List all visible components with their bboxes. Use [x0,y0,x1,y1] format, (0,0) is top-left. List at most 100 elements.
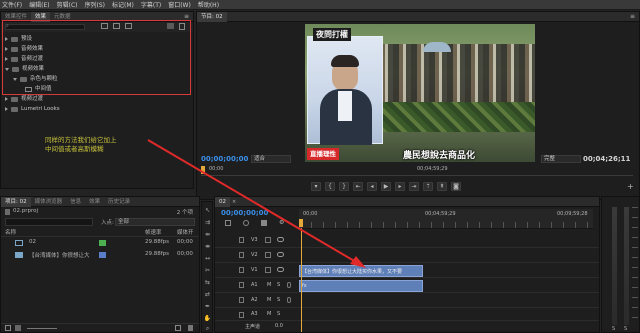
timeline-ruler[interactable]: 00;00 00;04;59;29 00;09;59;28 [299,209,593,229]
play-icon[interactable]: ▶ [381,182,391,191]
add-button-icon[interactable]: + [627,182,634,191]
sync-lock-icon[interactable] [265,252,271,258]
fit-dropdown[interactable]: 适合 [251,155,291,163]
mark-out-icon[interactable]: } [339,182,349,191]
expand-arrow-icon[interactable] [5,97,8,101]
menu-window[interactable]: 窗口(W) [168,0,191,9]
tab-program[interactable]: 节目: 02 [197,11,227,22]
rolling-edit-tool-icon[interactable]: ⇼ [203,242,212,251]
label-color-swatch[interactable] [99,240,106,246]
program-timecode-left[interactable]: 00;00;00;00 [201,155,248,163]
menu-edit[interactable]: 编辑(E) [29,0,49,9]
solo-button[interactable]: S [612,326,615,332]
microphone-icon[interactable] [287,297,291,303]
eye-icon[interactable] [277,252,284,257]
tab-project[interactable]: 项目: 02 [1,196,31,207]
solo-button[interactable]: S [277,297,280,303]
eye-icon[interactable] [277,237,284,242]
tab-history[interactable]: 历史记录 [104,197,134,207]
add-marker-icon[interactable] [261,220,267,226]
list-view-icon[interactable] [5,325,11,331]
col-name[interactable]: 名称 [5,228,16,236]
sync-lock-icon[interactable] [265,267,271,273]
export-frame-icon[interactable]: ◙ [451,182,461,191]
mute-button[interactable]: M [267,282,271,288]
project-search-input[interactable] [5,218,93,226]
zoom-tool-icon[interactable]: ⌕ [203,324,212,333]
video-clip[interactable]: 【台湾媒体】你很想让大陆买你水果，又不要 [299,265,423,277]
inpoint-dropdown[interactable]: 全部 [115,218,195,226]
track-label-a1[interactable]: A1 [251,282,258,288]
mute-button[interactable]: M [267,297,271,303]
menu-sequence[interactable]: 序列(S) [85,0,106,9]
tab-effects-2[interactable]: 效果 [85,197,104,207]
tab-sequence-02[interactable]: 02 [215,196,230,207]
icon-view-icon[interactable] [15,325,21,331]
lock-icon[interactable] [239,312,244,318]
menu-help[interactable]: 帮助(H) [198,0,219,9]
zoom-slider[interactable] [27,328,57,329]
trash-icon[interactable] [188,325,193,331]
track-label-a3[interactable]: A3 [251,311,258,317]
panel-menu-icon[interactable]: ≡ [184,13,189,20]
menu-clip[interactable]: 剪辑(C) [57,0,78,9]
panel-menu-icon[interactable]: ≡ [630,13,635,20]
razor-tool-icon[interactable]: ✂ [203,266,212,275]
add-marker-icon[interactable]: ▾ [311,182,321,191]
lock-icon[interactable] [239,252,244,258]
go-to-in-icon[interactable]: ⇤ [353,182,363,191]
solo-button[interactable]: S [277,311,280,317]
track-label-v1[interactable]: V1 [251,267,258,273]
project-item-row[interactable]: 【台湾媒体】你很想让大 29.88fps 00;00 [1,249,199,261]
lock-icon[interactable] [239,267,244,273]
extract-icon[interactable]: ⇞ [437,182,447,191]
eye-icon[interactable] [277,267,284,272]
audio-clip[interactable]: fx [299,280,423,292]
step-back-icon[interactable]: ◂ [367,182,377,191]
go-to-out-icon[interactable]: ⇥ [409,182,419,191]
tree-item-lumetri-looks[interactable]: Lumetri Looks [5,104,60,114]
selection-tool-icon[interactable]: ↖ [203,206,212,215]
mark-in-icon[interactable]: { [325,182,335,191]
sync-lock-icon[interactable] [265,237,271,243]
snap-icon[interactable] [225,220,231,226]
expand-arrow-icon[interactable] [5,107,8,111]
slide-tool-icon[interactable]: ⇄ [203,290,212,299]
tab-media-browser[interactable]: 媒体浏览器 [31,197,67,207]
col-fps[interactable]: 帧速率 [145,228,162,236]
ripple-edit-tool-icon[interactable]: ⇹ [203,230,212,239]
playhead-handle[interactable] [299,219,303,227]
program-mini-ruler[interactable]: 00;00 00;04;59;29 [201,166,633,176]
solo-button[interactable]: S [624,326,627,332]
slip-tool-icon[interactable]: ⇆ [203,278,212,287]
track-label-a2[interactable]: A2 [251,297,258,303]
solo-button[interactable]: S [277,282,280,288]
lift-icon[interactable]: ⇡ [423,182,433,191]
track-select-tool-icon[interactable]: ⇉ [203,218,212,227]
pen-tool-icon[interactable]: ✒ [203,302,212,311]
step-forward-icon[interactable]: ▸ [395,182,405,191]
lock-icon[interactable] [239,282,244,288]
menu-title[interactable]: 字幕(T) [141,0,161,9]
master-track-value[interactable]: 0.0 [275,323,283,329]
microphone-icon[interactable] [287,282,291,288]
linked-selection-icon[interactable] [243,220,249,226]
lock-icon[interactable] [239,237,244,243]
tab-info[interactable]: 信息 [66,197,85,207]
mute-button[interactable]: M [267,311,271,317]
rate-stretch-tool-icon[interactable]: ↔ [203,254,212,263]
new-item-icon[interactable] [175,325,181,331]
timeline-timecode[interactable]: 00;00;00;00 [221,209,268,217]
quality-dropdown[interactable]: 完整 [541,155,581,163]
menu-marker[interactable]: 标记(M) [112,0,134,9]
wrench-icon[interactable]: ⚙ [279,219,284,226]
hand-tool-icon[interactable]: ✋ [203,314,212,323]
tree-item-video-transitions[interactable]: 视频过渡 [5,94,43,104]
menu-file[interactable]: 文件(F) [2,0,22,9]
label-color-swatch[interactable] [99,252,106,258]
col-media[interactable]: 媒体开 [177,228,194,236]
track-label-v3[interactable]: V3 [251,237,258,243]
lock-icon[interactable] [239,297,244,303]
track-label-v2[interactable]: V2 [251,252,258,258]
close-icon[interactable]: × [232,199,236,205]
